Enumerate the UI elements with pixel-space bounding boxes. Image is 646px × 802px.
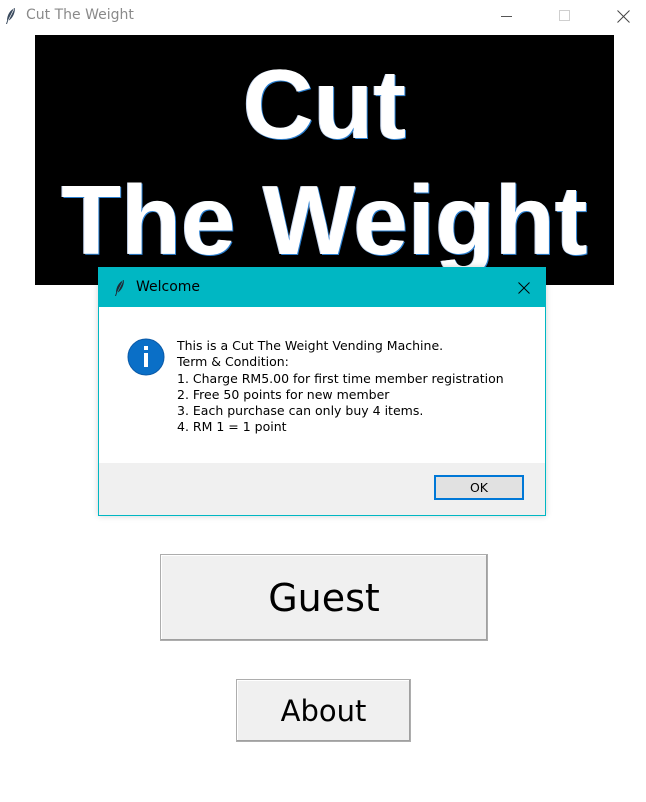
maximize-icon xyxy=(559,10,570,21)
close-icon xyxy=(518,282,530,294)
title-bar: Cut The Weight xyxy=(0,0,646,32)
window-title: Cut The Weight xyxy=(26,7,134,23)
dialog-close-button[interactable] xyxy=(509,276,539,300)
dialog-footer: OK xyxy=(99,463,545,515)
banner-line-2: The Weight xyxy=(61,165,588,275)
dialog-message: This is a Cut The Weight Vending Machine… xyxy=(177,338,504,436)
logo-banner: Cut The Weight xyxy=(35,35,614,285)
banner-line-1: Cut xyxy=(242,49,407,159)
message-line: 4. RM 1 = 1 point xyxy=(177,419,287,435)
close-button[interactable] xyxy=(600,0,646,32)
info-icon xyxy=(127,338,165,376)
about-button[interactable]: About xyxy=(236,679,411,742)
feather-icon xyxy=(6,8,15,24)
dialog-title: Welcome xyxy=(136,279,201,295)
welcome-dialog: Welcome This is a Cut The Weight Vending… xyxy=(98,267,546,516)
ok-button[interactable]: OK xyxy=(434,475,524,500)
minimize-icon xyxy=(501,16,512,17)
message-line: 2. Free 50 points for new member xyxy=(177,386,390,402)
app-window: Cut The Weight Cut The Weight Guest Abou… xyxy=(0,0,646,802)
message-line: Term & Condition: xyxy=(177,354,289,370)
message-line: 1. Charge RM5.00 for first time member r… xyxy=(177,370,504,386)
dialog-title-bar: Welcome xyxy=(99,268,545,307)
maximize-button[interactable] xyxy=(542,0,588,32)
guest-button[interactable]: Guest xyxy=(160,554,488,641)
feather-icon xyxy=(115,280,124,296)
message-line: This is a Cut The Weight Vending Machine… xyxy=(177,338,444,353)
close-icon xyxy=(616,9,630,23)
minimize-button[interactable] xyxy=(484,0,530,32)
message-line: 3. Each purchase can only buy 4 items. xyxy=(177,403,424,419)
dialog-body: This is a Cut The Weight Vending Machine… xyxy=(99,307,545,462)
